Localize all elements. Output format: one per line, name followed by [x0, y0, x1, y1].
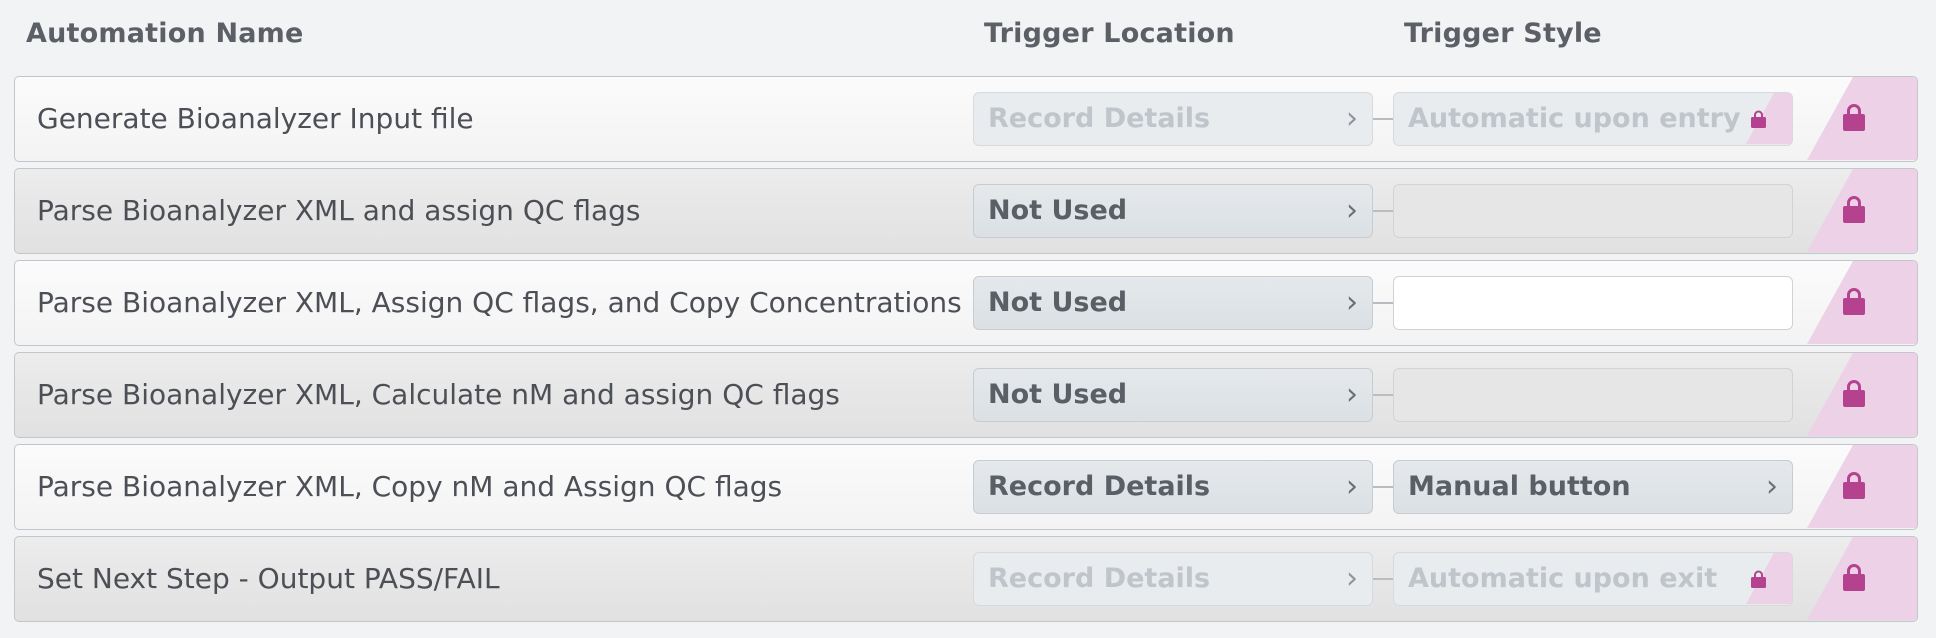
- trigger-location-select[interactable]: Not Used ›: [973, 184, 1373, 238]
- automation-row: Set Next Step - Output PASS/FAIL Record …: [14, 536, 1918, 622]
- chevron-right-icon: ›: [1346, 377, 1358, 412]
- automation-row: Parse Bioanalyzer XML, Calculate nM and …: [14, 352, 1918, 438]
- style-lock-icon: [1722, 93, 1792, 144]
- trigger-location-value: Not Used: [988, 195, 1128, 226]
- automation-name: Generate Bioanalyzer Input file: [37, 102, 474, 135]
- lock-icon[interactable]: [1807, 537, 1917, 620]
- trigger-location-select[interactable]: Record Details ›: [973, 460, 1373, 514]
- chevron-right-icon: ›: [1346, 469, 1358, 504]
- automation-row: Parse Bioanalyzer XML and assign QC flag…: [14, 168, 1918, 254]
- style-lock-icon: [1722, 553, 1792, 604]
- trigger-style-select: Automatic upon exit: [1393, 552, 1793, 606]
- chevron-right-icon: ›: [1346, 193, 1358, 228]
- lock-icon[interactable]: [1807, 261, 1917, 344]
- automation-row: Parse Bioanalyzer XML, Copy nM and Assig…: [14, 444, 1918, 530]
- automation-name: Parse Bioanalyzer XML and assign QC flag…: [37, 194, 641, 227]
- automation-row: Parse Bioanalyzer XML, Assign QC flags, …: [14, 260, 1918, 346]
- trigger-style-header: Trigger Style: [1404, 18, 1602, 49]
- trigger-location-select[interactable]: Not Used ›: [973, 276, 1373, 330]
- trigger-location-value: Record Details: [988, 103, 1211, 134]
- trigger-location-value: Record Details: [988, 563, 1211, 594]
- chevron-right-icon: ›: [1766, 469, 1778, 504]
- automation-name: Parse Bioanalyzer XML, Assign QC flags, …: [37, 286, 962, 319]
- automation-name-header: Automation Name: [26, 18, 304, 49]
- lock-icon[interactable]: [1807, 77, 1917, 160]
- chevron-right-icon: ›: [1346, 285, 1358, 320]
- trigger-style-value: Automatic upon entry: [1408, 103, 1741, 134]
- trigger-style-select: [1393, 276, 1793, 330]
- trigger-style-value: Automatic upon exit: [1408, 563, 1718, 594]
- trigger-style-select: [1393, 368, 1793, 422]
- trigger-style-select: Automatic upon entry: [1393, 92, 1793, 146]
- automation-name: Parse Bioanalyzer XML, Calculate nM and …: [37, 378, 840, 411]
- trigger-location-select: Record Details ›: [973, 552, 1373, 606]
- trigger-location-select[interactable]: Not Used ›: [973, 368, 1373, 422]
- connector-line: [1373, 578, 1393, 580]
- lock-icon[interactable]: [1807, 169, 1917, 252]
- connector-line: [1373, 210, 1393, 212]
- automation-row: Generate Bioanalyzer Input file Record D…: [14, 76, 1918, 162]
- connector-line: [1373, 486, 1393, 488]
- lock-icon[interactable]: [1807, 445, 1917, 528]
- trigger-location-value: Not Used: [988, 287, 1128, 318]
- automation-list: Generate Bioanalyzer Input file Record D…: [14, 76, 1918, 628]
- connector-line: [1373, 118, 1393, 120]
- trigger-style-select: [1393, 184, 1793, 238]
- trigger-location-value: Not Used: [988, 379, 1128, 410]
- trigger-style-value: Manual button: [1408, 471, 1631, 502]
- trigger-location-value: Record Details: [988, 471, 1211, 502]
- chevron-right-icon: ›: [1346, 561, 1358, 596]
- lock-icon[interactable]: [1807, 353, 1917, 436]
- trigger-location-header: Trigger Location: [984, 18, 1235, 49]
- trigger-location-select: Record Details ›: [973, 92, 1373, 146]
- connector-line: [1373, 302, 1393, 304]
- automation-name: Parse Bioanalyzer XML, Copy nM and Assig…: [37, 470, 783, 503]
- automation-name: Set Next Step - Output PASS/FAIL: [37, 562, 500, 595]
- chevron-right-icon: ›: [1346, 101, 1358, 136]
- trigger-style-select[interactable]: Manual button ›: [1393, 460, 1793, 514]
- connector-line: [1373, 394, 1393, 396]
